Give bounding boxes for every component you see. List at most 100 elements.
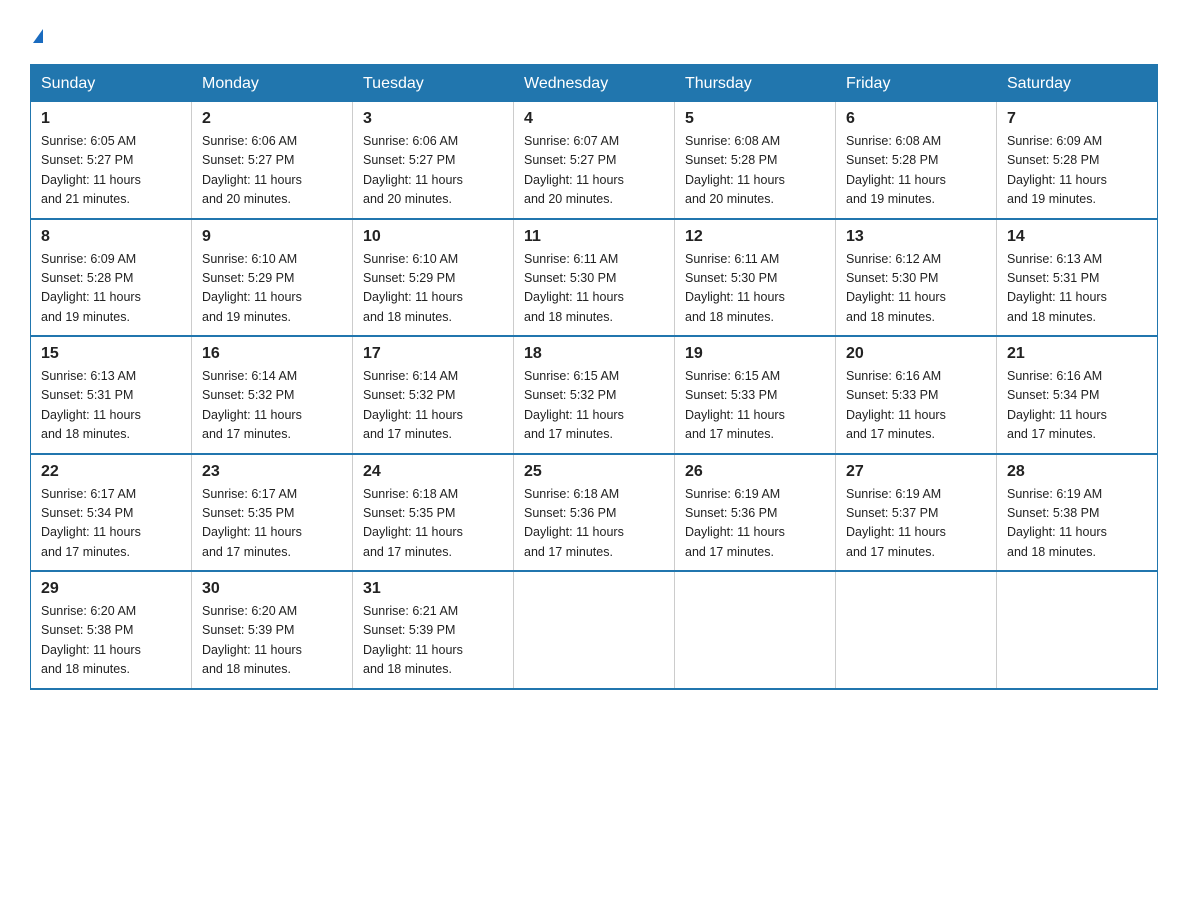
day-info: Sunrise: 6:19 AMSunset: 5:36 PMDaylight:…	[685, 487, 785, 559]
calendar-cell: 27 Sunrise: 6:19 AMSunset: 5:37 PMDaylig…	[836, 454, 997, 572]
calendar-week-row: 22 Sunrise: 6:17 AMSunset: 5:34 PMDaylig…	[31, 454, 1158, 572]
day-info: Sunrise: 6:17 AMSunset: 5:34 PMDaylight:…	[41, 487, 141, 559]
calendar-cell	[675, 571, 836, 689]
day-number: 3	[363, 110, 503, 128]
day-info: Sunrise: 6:14 AMSunset: 5:32 PMDaylight:…	[363, 369, 463, 441]
day-info: Sunrise: 6:18 AMSunset: 5:36 PMDaylight:…	[524, 487, 624, 559]
day-info: Sunrise: 6:15 AMSunset: 5:32 PMDaylight:…	[524, 369, 624, 441]
day-info: Sunrise: 6:11 AMSunset: 5:30 PMDaylight:…	[685, 252, 785, 324]
calendar-table: SundayMondayTuesdayWednesdayThursdayFrid…	[30, 64, 1158, 690]
calendar-cell: 2 Sunrise: 6:06 AMSunset: 5:27 PMDayligh…	[192, 102, 353, 219]
calendar-week-row: 15 Sunrise: 6:13 AMSunset: 5:31 PMDaylig…	[31, 336, 1158, 454]
calendar-cell: 20 Sunrise: 6:16 AMSunset: 5:33 PMDaylig…	[836, 336, 997, 454]
calendar-cell: 11 Sunrise: 6:11 AMSunset: 5:30 PMDaylig…	[514, 219, 675, 337]
day-number: 26	[685, 463, 825, 481]
day-number: 25	[524, 463, 664, 481]
day-number: 4	[524, 110, 664, 128]
calendar-cell: 9 Sunrise: 6:10 AMSunset: 5:29 PMDayligh…	[192, 219, 353, 337]
day-info: Sunrise: 6:13 AMSunset: 5:31 PMDaylight:…	[1007, 252, 1107, 324]
calendar-cell: 8 Sunrise: 6:09 AMSunset: 5:28 PMDayligh…	[31, 219, 192, 337]
day-number: 29	[41, 580, 181, 598]
day-info: Sunrise: 6:08 AMSunset: 5:28 PMDaylight:…	[685, 134, 785, 206]
day-number: 30	[202, 580, 342, 598]
day-info: Sunrise: 6:19 AMSunset: 5:37 PMDaylight:…	[846, 487, 946, 559]
day-info: Sunrise: 6:16 AMSunset: 5:33 PMDaylight:…	[846, 369, 946, 441]
weekday-header-friday: Friday	[836, 65, 997, 102]
day-number: 22	[41, 463, 181, 481]
calendar-cell: 19 Sunrise: 6:15 AMSunset: 5:33 PMDaylig…	[675, 336, 836, 454]
day-info: Sunrise: 6:09 AMSunset: 5:28 PMDaylight:…	[41, 252, 141, 324]
day-number: 14	[1007, 228, 1147, 246]
calendar-cell	[836, 571, 997, 689]
calendar-cell: 28 Sunrise: 6:19 AMSunset: 5:38 PMDaylig…	[997, 454, 1158, 572]
day-number: 17	[363, 345, 503, 363]
calendar-cell: 1 Sunrise: 6:05 AMSunset: 5:27 PMDayligh…	[31, 102, 192, 219]
calendar-week-row: 8 Sunrise: 6:09 AMSunset: 5:28 PMDayligh…	[31, 219, 1158, 337]
calendar-cell: 15 Sunrise: 6:13 AMSunset: 5:31 PMDaylig…	[31, 336, 192, 454]
calendar-cell: 7 Sunrise: 6:09 AMSunset: 5:28 PMDayligh…	[997, 102, 1158, 219]
logo-triangle-icon	[33, 29, 43, 43]
day-info: Sunrise: 6:18 AMSunset: 5:35 PMDaylight:…	[363, 487, 463, 559]
day-info: Sunrise: 6:06 AMSunset: 5:27 PMDaylight:…	[363, 134, 463, 206]
calendar-cell: 31 Sunrise: 6:21 AMSunset: 5:39 PMDaylig…	[353, 571, 514, 689]
calendar-cell: 14 Sunrise: 6:13 AMSunset: 5:31 PMDaylig…	[997, 219, 1158, 337]
day-number: 1	[41, 110, 181, 128]
calendar-cell: 4 Sunrise: 6:07 AMSunset: 5:27 PMDayligh…	[514, 102, 675, 219]
calendar-cell: 26 Sunrise: 6:19 AMSunset: 5:36 PMDaylig…	[675, 454, 836, 572]
day-number: 23	[202, 463, 342, 481]
calendar-cell: 6 Sunrise: 6:08 AMSunset: 5:28 PMDayligh…	[836, 102, 997, 219]
day-info: Sunrise: 6:06 AMSunset: 5:27 PMDaylight:…	[202, 134, 302, 206]
calendar-week-row: 29 Sunrise: 6:20 AMSunset: 5:38 PMDaylig…	[31, 571, 1158, 689]
calendar-cell: 17 Sunrise: 6:14 AMSunset: 5:32 PMDaylig…	[353, 336, 514, 454]
day-number: 5	[685, 110, 825, 128]
day-number: 27	[846, 463, 986, 481]
day-info: Sunrise: 6:13 AMSunset: 5:31 PMDaylight:…	[41, 369, 141, 441]
day-number: 18	[524, 345, 664, 363]
logo	[30, 20, 43, 48]
calendar-cell: 30 Sunrise: 6:20 AMSunset: 5:39 PMDaylig…	[192, 571, 353, 689]
day-info: Sunrise: 6:20 AMSunset: 5:39 PMDaylight:…	[202, 604, 302, 676]
calendar-week-row: 1 Sunrise: 6:05 AMSunset: 5:27 PMDayligh…	[31, 102, 1158, 219]
calendar-cell: 16 Sunrise: 6:14 AMSunset: 5:32 PMDaylig…	[192, 336, 353, 454]
day-info: Sunrise: 6:05 AMSunset: 5:27 PMDaylight:…	[41, 134, 141, 206]
day-number: 15	[41, 345, 181, 363]
weekday-header-sunday: Sunday	[31, 65, 192, 102]
day-info: Sunrise: 6:12 AMSunset: 5:30 PMDaylight:…	[846, 252, 946, 324]
calendar-cell: 5 Sunrise: 6:08 AMSunset: 5:28 PMDayligh…	[675, 102, 836, 219]
calendar-cell: 22 Sunrise: 6:17 AMSunset: 5:34 PMDaylig…	[31, 454, 192, 572]
day-info: Sunrise: 6:07 AMSunset: 5:27 PMDaylight:…	[524, 134, 624, 206]
day-number: 12	[685, 228, 825, 246]
day-info: Sunrise: 6:16 AMSunset: 5:34 PMDaylight:…	[1007, 369, 1107, 441]
day-info: Sunrise: 6:19 AMSunset: 5:38 PMDaylight:…	[1007, 487, 1107, 559]
logo-general-text	[30, 20, 43, 48]
day-number: 28	[1007, 463, 1147, 481]
day-number: 20	[846, 345, 986, 363]
day-info: Sunrise: 6:14 AMSunset: 5:32 PMDaylight:…	[202, 369, 302, 441]
day-number: 10	[363, 228, 503, 246]
calendar-cell: 18 Sunrise: 6:15 AMSunset: 5:32 PMDaylig…	[514, 336, 675, 454]
day-info: Sunrise: 6:20 AMSunset: 5:38 PMDaylight:…	[41, 604, 141, 676]
calendar-cell: 25 Sunrise: 6:18 AMSunset: 5:36 PMDaylig…	[514, 454, 675, 572]
day-info: Sunrise: 6:08 AMSunset: 5:28 PMDaylight:…	[846, 134, 946, 206]
day-number: 24	[363, 463, 503, 481]
page-header	[30, 20, 1158, 48]
day-info: Sunrise: 6:21 AMSunset: 5:39 PMDaylight:…	[363, 604, 463, 676]
day-number: 2	[202, 110, 342, 128]
day-number: 19	[685, 345, 825, 363]
day-info: Sunrise: 6:11 AMSunset: 5:30 PMDaylight:…	[524, 252, 624, 324]
calendar-cell: 24 Sunrise: 6:18 AMSunset: 5:35 PMDaylig…	[353, 454, 514, 572]
day-number: 7	[1007, 110, 1147, 128]
calendar-cell: 23 Sunrise: 6:17 AMSunset: 5:35 PMDaylig…	[192, 454, 353, 572]
calendar-cell: 12 Sunrise: 6:11 AMSunset: 5:30 PMDaylig…	[675, 219, 836, 337]
weekday-header-thursday: Thursday	[675, 65, 836, 102]
day-info: Sunrise: 6:10 AMSunset: 5:29 PMDaylight:…	[202, 252, 302, 324]
weekday-header-saturday: Saturday	[997, 65, 1158, 102]
day-number: 16	[202, 345, 342, 363]
day-number: 6	[846, 110, 986, 128]
day-number: 13	[846, 228, 986, 246]
calendar-cell: 13 Sunrise: 6:12 AMSunset: 5:30 PMDaylig…	[836, 219, 997, 337]
calendar-cell: 29 Sunrise: 6:20 AMSunset: 5:38 PMDaylig…	[31, 571, 192, 689]
day-info: Sunrise: 6:10 AMSunset: 5:29 PMDaylight:…	[363, 252, 463, 324]
day-info: Sunrise: 6:09 AMSunset: 5:28 PMDaylight:…	[1007, 134, 1107, 206]
weekday-header-monday: Monday	[192, 65, 353, 102]
